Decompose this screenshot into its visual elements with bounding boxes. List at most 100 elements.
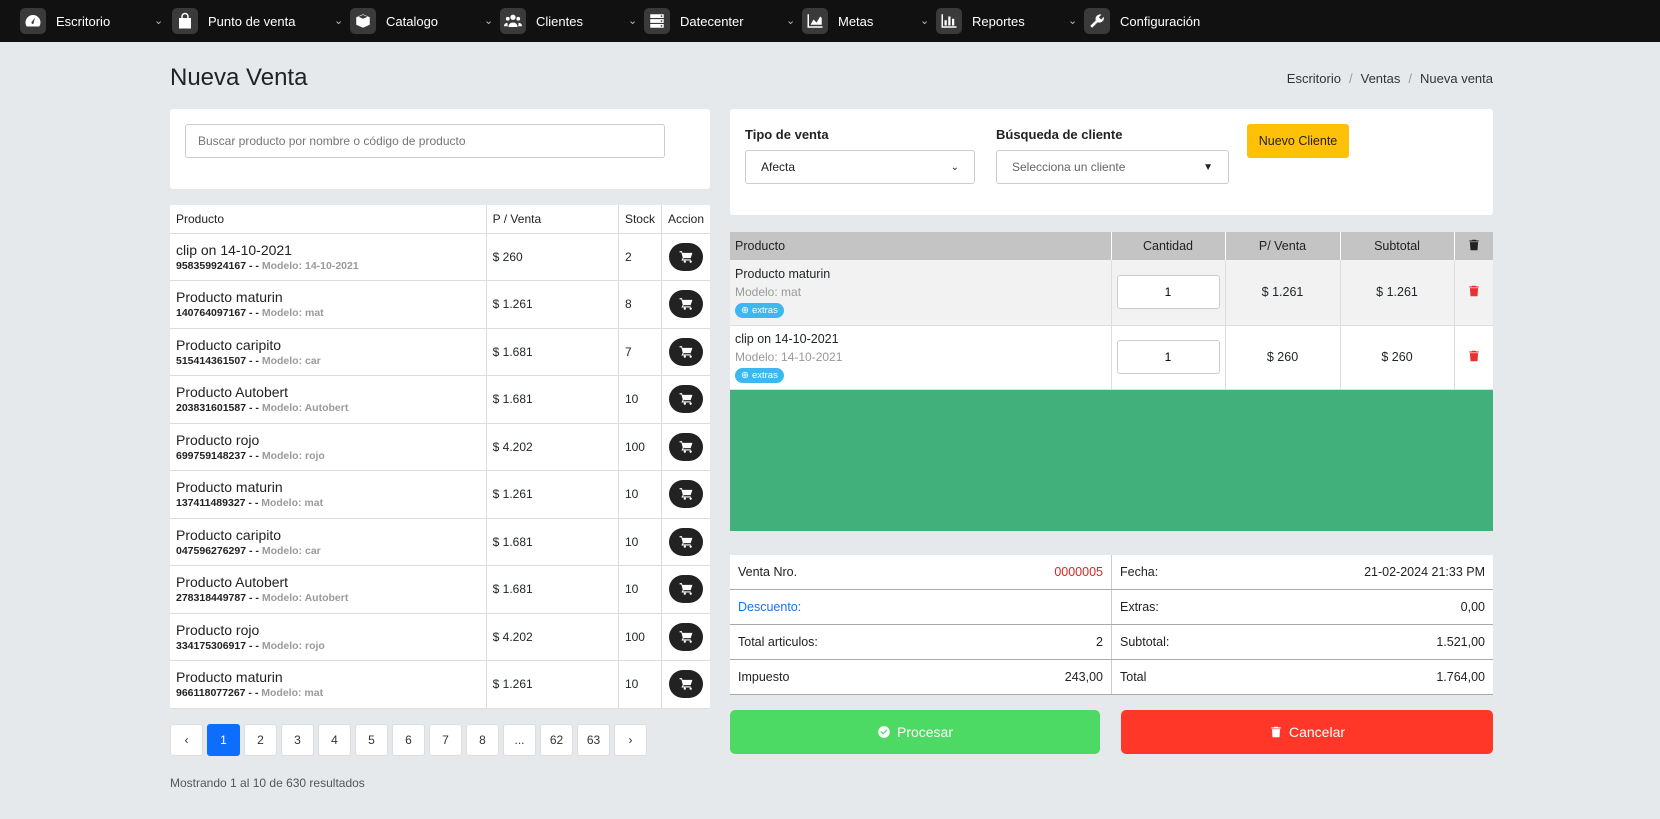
product-barcode: 137411489327 - - — [176, 497, 259, 510]
nav-item-escritorio[interactable]: Escritorio — [20, 0, 110, 42]
add-to-cart-button[interactable] — [668, 432, 703, 461]
top-navbar: Escritorio ⌄ Punto de venta ⌄ Catalogo ⌄… — [0, 0, 1660, 42]
plus-circle-icon: ⊕ — [741, 304, 749, 316]
delete-item-icon[interactable] — [1467, 284, 1481, 298]
chevron-down-icon[interactable]: ⌄ — [920, 14, 929, 27]
client-select[interactable]: Selecciona un cliente ▼ — [996, 150, 1229, 184]
product-stock: 100 — [618, 613, 662, 661]
page-next-button[interactable]: › — [614, 724, 647, 756]
chevron-down-icon[interactable]: ⌄ — [484, 14, 493, 27]
chevron-down-icon[interactable]: ⌄ — [334, 14, 343, 27]
breadcrumb-item[interactable]: Escritorio — [1287, 71, 1341, 86]
nav-item-metas[interactable]: Metas — [802, 0, 873, 42]
table-row: clip on 14-10-2021 958359924167 - - Model… — [170, 233, 710, 281]
cart-icon — [679, 630, 693, 643]
product-name: Producto caripito — [176, 336, 282, 353]
add-to-cart-button[interactable] — [668, 480, 703, 509]
product-stock: 7 — [618, 328, 662, 376]
column-header: P/ Venta — [1225, 232, 1341, 260]
quantity-input[interactable] — [1116, 275, 1220, 310]
nav-item-configuracion[interactable]: Configuración — [1084, 0, 1200, 42]
area-chart-icon — [802, 8, 828, 34]
process-button[interactable]: Procesar — [730, 710, 1100, 754]
caret-down-icon: ▼ — [1203, 161, 1213, 173]
cart-item-subtotal: $ 260 — [1340, 325, 1455, 390]
add-to-cart-button[interactable] — [668, 337, 703, 366]
product-code: 966118077267 - - Modelo: mat — [176, 687, 480, 699]
cancel-label: Cancelar — [1288, 724, 1346, 740]
client-search-label: Búsqueda de cliente — [996, 127, 1123, 142]
page-button[interactable]: 63 — [577, 724, 610, 756]
table-row: Producto Autobert 278318449787 - - Modelo… — [170, 565, 710, 614]
product-price: $ 4.202 — [486, 423, 619, 471]
total-items-value: 2 — [1096, 635, 1103, 649]
new-client-button[interactable]: Nuevo Cliente — [1247, 124, 1349, 158]
total-label: Total — [1120, 670, 1147, 684]
product-code: 958359924167 - - Modelo: 14-10-2021 — [176, 260, 480, 272]
product-code: 699759148237 - - Modelo: rojo — [176, 450, 480, 462]
page-button[interactable]: 8 — [466, 724, 499, 756]
page-button[interactable]: 7 — [429, 724, 462, 756]
nav-item-datecenter[interactable]: Datecenter — [644, 0, 744, 42]
delete-item-icon[interactable] — [1467, 349, 1481, 363]
nav-item-reportes[interactable]: Reportes — [936, 0, 1025, 42]
add-to-cart-button[interactable] — [668, 575, 703, 604]
product-search-input[interactable] — [185, 124, 665, 158]
subtotal-value: 1.521,00 — [1436, 635, 1485, 649]
product-name: Producto Autobert — [176, 384, 289, 401]
page-prev-button[interactable]: ‹ — [170, 724, 203, 756]
client-select-placeholder: Selecciona un cliente — [1012, 160, 1126, 174]
total-value: 1.764,00 — [1436, 670, 1485, 684]
product-model: Modelo: mat — [261, 307, 324, 320]
product-price: $ 260 — [486, 233, 619, 281]
cart-icon — [679, 583, 693, 596]
product-code: 047596276297 - - Modelo: car — [176, 545, 480, 557]
product-stock: 10 — [618, 518, 662, 566]
add-to-cart-button[interactable] — [668, 527, 703, 556]
extras-badge[interactable]: ⊕ extras — [735, 367, 784, 383]
nav-item-clientes[interactable]: Clientes — [500, 0, 583, 42]
cart-icon — [679, 393, 693, 406]
tax-label: Impuesto — [738, 670, 790, 684]
product-stock: 100 — [618, 423, 662, 471]
page-button[interactable]: 4 — [318, 724, 351, 756]
product-name: Producto rojo — [176, 621, 260, 638]
add-to-cart-button[interactable] — [668, 622, 703, 651]
cart-row: clip on 14-10-2021 Modelo: 14-10-2021 ⊕ ext… — [730, 325, 1493, 390]
breadcrumb-item[interactable]: Ventas — [1361, 71, 1401, 86]
page-button[interactable]: 2 — [244, 724, 277, 756]
cancel-button[interactable]: Cancelar — [1121, 710, 1493, 754]
nav-item-catalogo[interactable]: Catalogo — [350, 0, 438, 42]
chevron-down-icon[interactable]: ⌄ — [628, 14, 637, 27]
add-to-cart-button[interactable] — [668, 242, 703, 271]
page-button[interactable]: 62 — [540, 724, 573, 756]
page-button[interactable]: ... — [503, 724, 536, 756]
discount-link[interactable]: Descuento: — [738, 600, 801, 614]
extras-badge[interactable]: ⊕ extras — [735, 302, 784, 318]
nav-label: Reportes — [972, 13, 1025, 29]
chevron-down-icon[interactable]: ⌄ — [154, 14, 163, 27]
add-to-cart-button[interactable] — [668, 290, 703, 319]
product-barcode: 140764097167 - - — [176, 307, 259, 320]
chevron-down-icon[interactable]: ⌄ — [786, 14, 795, 27]
cart-icon — [679, 678, 693, 691]
extras-value: 0,00 — [1460, 600, 1485, 614]
add-to-cart-button[interactable] — [668, 385, 703, 414]
page-button[interactable]: 1 — [207, 724, 240, 756]
sale-type-value: Afecta — [761, 160, 796, 174]
nav-label: Configuración — [1120, 13, 1201, 29]
check-circle-icon — [878, 726, 890, 738]
process-label: Procesar — [896, 724, 954, 740]
quantity-input[interactable] — [1116, 340, 1220, 374]
page-button[interactable]: 5 — [355, 724, 388, 756]
page-button[interactable]: 6 — [392, 724, 425, 756]
dashboard-icon — [20, 8, 46, 34]
subtotal-label: Subtotal: — [1120, 635, 1170, 649]
product-price: $ 1.261 — [486, 470, 619, 519]
nav-item-punto-de-venta[interactable]: Punto de venta — [172, 0, 295, 42]
chevron-down-icon[interactable]: ⌄ — [1068, 14, 1077, 27]
add-to-cart-button[interactable] — [668, 670, 703, 699]
page-button[interactable]: 3 — [281, 724, 314, 756]
sale-type-select[interactable]: Afecta ⌄ — [745, 150, 975, 184]
table-row: Producto rojo 699759148237 - - Modelo: ro… — [170, 423, 710, 471]
